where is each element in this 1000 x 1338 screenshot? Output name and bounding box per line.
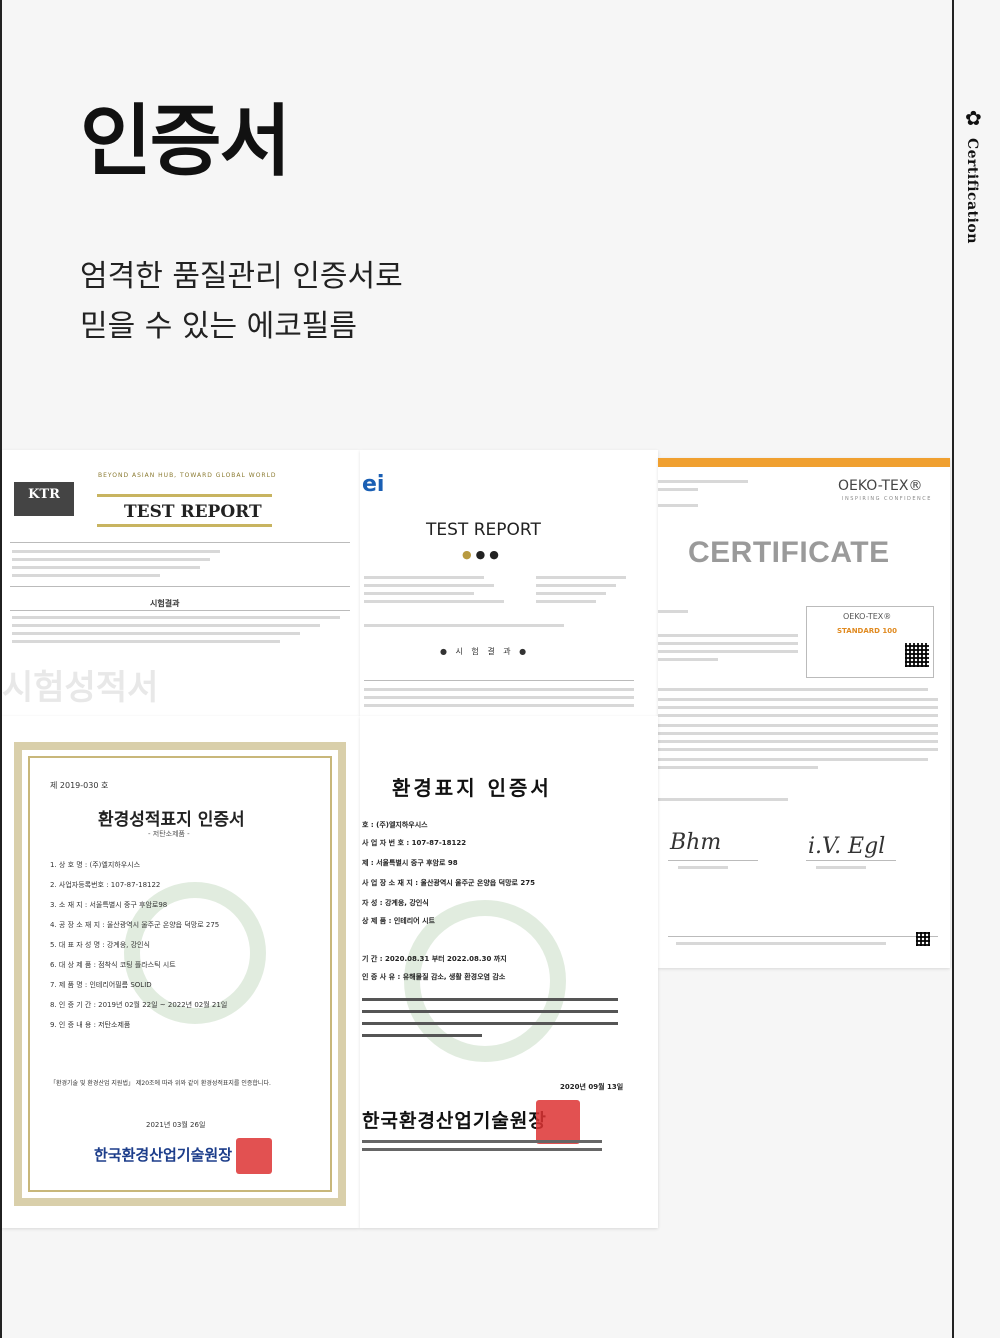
ktr-logo: KTR	[14, 482, 74, 516]
certificate-title: CERTIFICATE	[688, 536, 890, 569]
eco-cert-row: 제 : 서울특별시 중구 후암로 98	[362, 859, 458, 867]
env-cert-organization: 한국환경산업기술원장	[94, 1146, 233, 1164]
oeko-tex-tagline: INSPIRING CONFIDENCE	[842, 496, 932, 502]
ktr-gold-rule	[97, 494, 272, 497]
ktr-watermark: 시험성적서	[2, 668, 159, 708]
ktr-tagline: BEYOND ASIAN HUB, TOWARD GLOBAL WORLD	[98, 472, 277, 479]
env-cert-row: 1. 상 호 명 : (주)엘지하우시스	[50, 861, 141, 869]
test-report-logo: ei	[362, 472, 385, 497]
env-cert-row: 2. 사업자등록번호 : 107-87-18122	[50, 881, 161, 889]
frame-border-right	[952, 0, 954, 1338]
env-cert-date: 2021년 03월 26일	[146, 1121, 206, 1129]
oeko-tex-certificate-image: OEKO-TEX® INSPIRING CONFIDENCE CERTIFICA…	[658, 458, 950, 968]
eco-cert-row: 자 성 : 강계웅, 강인식	[362, 899, 429, 907]
subtitle-line-1: 엄격한 품질관리 인증서로	[80, 259, 403, 294]
test-report-section: ● 시 험 결 과 ●	[440, 647, 530, 656]
eco-cert-row: 상 제 품 : 인테리어 시트	[362, 917, 435, 925]
flower-icon: ✿	[965, 106, 982, 130]
ktr-section-title: 시험결과	[150, 599, 180, 608]
eco-cert-row: 호 : (주)엘지하우시스	[362, 821, 428, 829]
side-label: ✿ Certification	[962, 108, 988, 258]
qr-code-icon	[905, 643, 929, 667]
eco-cert-date: 2020년 09월 13일	[560, 1083, 624, 1091]
env-cert-footer: 「환경기술 및 환경산업 지원법」 제20조에 따라 위와 같이 환경성적표지를…	[50, 1080, 271, 1087]
red-seal-stamp	[236, 1138, 272, 1174]
eco-cert-row: 사 업 자 번 호 : 107-87-18122	[362, 839, 467, 847]
env-cert-row: 6. 대 상 제 품 : 점착식 코팅 플라스틱 시트	[50, 961, 176, 969]
ktr-test-report-image: KTR BEYOND ASIAN HUB, TOWARD GLOBAL WORL…	[2, 450, 360, 716]
test-report-image	[360, 450, 658, 716]
test-report-dots: ●●●	[462, 548, 503, 561]
ktr-gold-rule-2	[97, 524, 272, 527]
env-cert-number: 제 2019-030 호	[50, 781, 109, 790]
env-cert-row: 9. 인 증 내 용 : 저탄소제품	[50, 1021, 131, 1029]
page-title: 인증서	[80, 97, 291, 187]
page-subtitle: 엄격한 품질관리 인증서로 믿을 수 있는 에코필름	[80, 252, 403, 352]
standard-100-label: OEKO-TEX® STANDARD 100	[806, 606, 934, 678]
eco-cert-row: 인 증 사 유 : 유해물질 감소, 생활 환경오염 감소	[362, 973, 506, 981]
eco-cert-row: 기 간 : 2020.08.31 부터 2022.08.30 까지	[362, 955, 507, 963]
env-cert-row: 8. 인 증 기 간 : 2019년 02월 22일 ~ 2022년 02월 2…	[50, 1001, 228, 1009]
signature-2: i.V. Egl	[808, 834, 886, 859]
env-cert-row: 4. 공 장 소 재 지 : 울산광역시 울주군 온양읍 덕망로 275	[50, 921, 220, 929]
oeko-tex-brand: OEKO-TEX®	[838, 478, 923, 494]
signature-1: Bhm	[670, 830, 722, 855]
red-seal-stamp	[536, 1100, 580, 1144]
env-cert-row: 7. 제 품 명 : 인테리어필름 SOLID	[50, 981, 152, 989]
oeko-accent-bar	[658, 458, 950, 467]
eco-cert-organization: 한국환경산업기술원장	[362, 1110, 547, 1132]
env-cert-row: 5. 대 표 자 성 명 : 강계웅, 강인식	[50, 941, 150, 949]
side-label-text: Certification	[964, 138, 980, 244]
test-report-title: TEST REPORT	[426, 520, 541, 540]
env-cert-subtitle: - 저탄소제품 -	[148, 830, 190, 838]
eco-cert-title: 환경표지 인증서	[392, 776, 552, 800]
ktr-report-title: TEST REPORT	[124, 502, 262, 522]
eco-cert-row: 사 업 장 소 재 지 : 울산광역시 울주군 온양읍 덕망로 275	[362, 879, 536, 887]
env-cert-row: 3. 소 재 지 : 서울특별시 중구 후암로98	[50, 901, 168, 909]
qr-code-icon	[916, 932, 930, 946]
subtitle-line-2: 믿을 수 있는 에코필름	[80, 309, 358, 344]
env-cert-title: 환경성적표지 인증서	[98, 810, 245, 830]
